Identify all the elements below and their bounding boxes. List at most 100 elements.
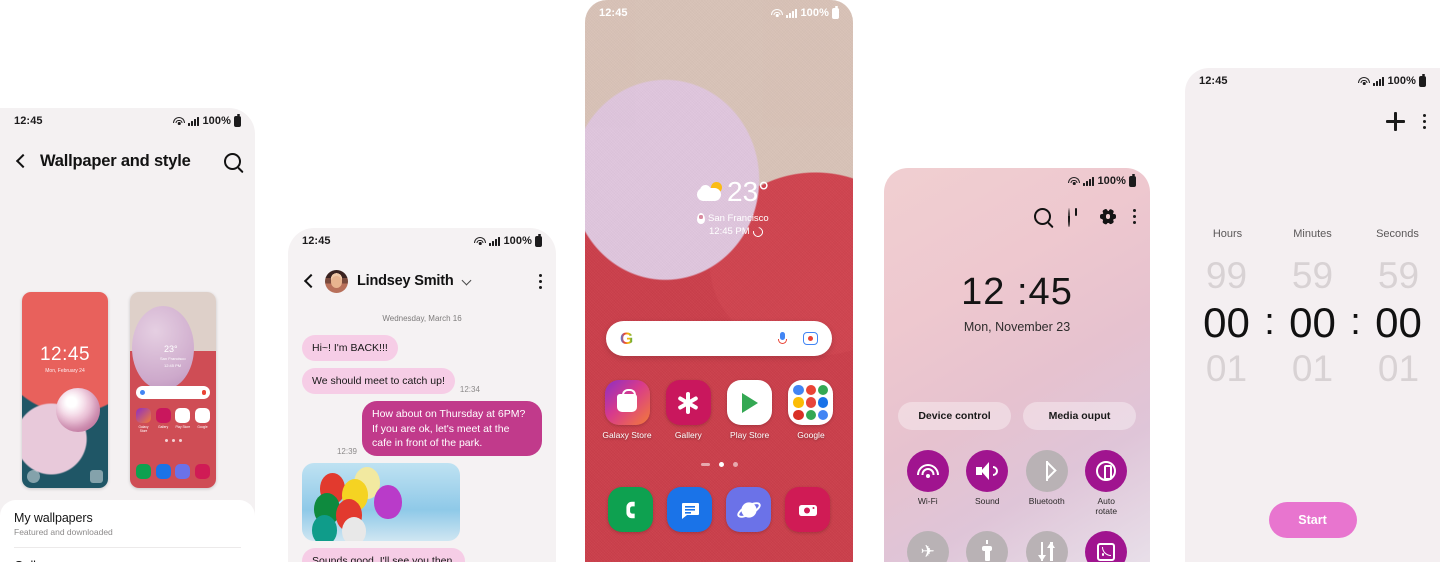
message-bubble-outgoing[interactable]: How about on Thursday at 6PM? If you are… [362,401,542,456]
flashlight-icon [966,530,1009,562]
page-indicator[interactable] [585,462,853,467]
signal-icon [489,236,501,246]
quick-settings-tiles: Wi-Fi Sound Bluetooth Auto rotate ✈ [898,450,1136,562]
camera-icon[interactable] [785,487,830,532]
refresh-icon[interactable] [750,224,765,239]
internet-icon[interactable] [726,487,771,532]
chevron-left-icon[interactable] [14,154,28,168]
battery-percent: 100% [202,115,231,127]
dock [601,487,837,532]
message-bubble-incoming[interactable]: Hi~! I'm BACK!!! [302,335,398,362]
app-label: Play Store [730,430,770,440]
battery-percent: 100% [1387,75,1416,87]
timer-row-below[interactable]: 01 01 01 [1185,347,1440,391]
phone-icon[interactable] [608,487,653,532]
search-icon[interactable] [1034,208,1051,225]
airplane-mode-icon: ✈ [906,530,949,562]
preview-home-temp: 23° [164,344,178,354]
quick-panel-chips: Device control Media ouput [898,402,1136,430]
timer-row-above[interactable]: 99 59 59 [1185,254,1440,298]
message-bubble-incoming[interactable]: Sounds good. I'll see you then. [302,547,466,562]
app-google-folder[interactable]: Google [785,380,837,440]
chevron-left-icon[interactable] [302,274,316,288]
message-bubble-incoming[interactable]: We should meet to catch up! [302,368,455,395]
google-lens-icon[interactable] [803,332,818,345]
home-screen-preview[interactable]: 23° San Francisco 12:45 PM Galaxy Store … [130,292,216,488]
device-control-button[interactable]: Device control [898,402,1011,430]
chevron-down-icon[interactable] [463,277,472,286]
app-gallery[interactable]: Gallery [662,380,714,440]
auto-rotate-icon [1085,450,1128,492]
settings-row-my-wallpapers[interactable]: My wallpapers Featured and downloaded [14,500,241,547]
more-vertical-icon[interactable] [539,273,542,289]
dex-icon [1085,530,1128,562]
more-vertical-icon[interactable] [1423,114,1426,129]
page-dot-active[interactable] [718,462,724,467]
gear-icon[interactable] [1100,208,1116,225]
timer-header-icons [1386,112,1426,131]
timer-row-selected[interactable]: 00 : 00 : 00 [1185,298,1440,348]
home-screen-panel: 12:45 100% 23° San Francisco 12:45 PM G … [585,0,853,562]
seconds-value[interactable]: 00 [1363,298,1435,348]
signal-icon [1083,176,1095,186]
tile-mobile-data[interactable] [1017,530,1077,562]
timer-panel: 12:45 100% Hours Minutes Seconds 99 59 5… [1185,68,1440,562]
battery-icon [234,113,241,127]
app-bar: Wallpaper and style [0,138,255,184]
signal-icon [786,8,798,18]
search-icon[interactable] [224,152,241,170]
seconds-ghost-below: 01 [1377,348,1420,390]
tile-dex[interactable] [1077,530,1137,562]
timer-column-headers: Hours Minutes Seconds [1185,228,1440,240]
tile-flashlight[interactable] [958,530,1018,562]
tile-bluetooth[interactable]: Bluetooth [1017,450,1077,517]
sun-cloud-icon [697,182,723,202]
weather-time-row: 12:45 PM [697,224,769,239]
galaxy-store-icon [604,380,650,425]
wifi-icon [906,450,949,492]
row-subtitle: Featured and downloaded [14,527,113,537]
lock-screen-preview[interactable]: 12:45 Mon, February 24 [22,292,108,488]
settings-row-gallery[interactable]: Gallery [14,547,241,562]
page-dot[interactable] [700,463,710,466]
avatar[interactable] [325,269,348,293]
messages-icon[interactable] [667,487,712,532]
weather-widget[interactable]: 23° San Francisco 12:45 PM [697,176,770,239]
preview-app-labels: Galaxy Store Gallery Play Store Google [136,425,210,433]
row-title: My wallpapers [14,511,93,525]
plus-icon[interactable] [1386,112,1405,131]
google-search-bar[interactable]: G [606,321,832,356]
more-vertical-icon[interactable] [1133,209,1136,224]
tile-auto-rotate[interactable]: Auto rotate [1077,450,1137,517]
battery-percent: 100% [800,7,829,19]
preview-lock-time: 12:45 [39,344,91,365]
balloons-photo[interactable] [302,462,460,541]
app-galaxy-store[interactable]: Galaxy Store [601,380,653,440]
tile-airplane-mode[interactable]: ✈ [898,530,958,562]
app-play-store[interactable]: Play Store [724,380,776,440]
timer-wheels[interactable]: 99 59 59 00 : 00 : 00 01 01 01 [1185,254,1440,391]
hours-value[interactable]: 00 [1191,298,1263,348]
app-label: Gallery [674,430,702,440]
weather-temperature: 23° [727,176,770,207]
signal-icon [188,116,200,126]
power-icon[interactable] [1068,208,1083,227]
microphone-icon[interactable] [778,331,787,346]
minutes-value[interactable]: 00 [1277,298,1349,348]
app-label: Galaxy Store [602,430,652,440]
quick-panel-clock[interactable]: 12 :45 Mon, November 23 [884,273,1150,334]
media-output-button[interactable]: Media ouput [1023,402,1136,430]
battery-percent: 100% [503,235,532,247]
start-button[interactable]: Start [1268,502,1357,538]
wifi-icon [1068,176,1081,186]
clock-time: 12 :45 [961,271,1073,313]
message-thread[interactable]: Wednesday, March 16 Hi~! I'm BACK!!! We … [288,308,556,562]
column-header-seconds: Seconds [1376,228,1419,240]
tile-sound[interactable]: Sound [958,450,1018,517]
tile-wifi[interactable]: Wi-Fi [898,450,958,517]
wallpaper-texture [585,0,853,562]
battery-icon [832,5,839,19]
weather-time: 12:45 PM [709,226,750,237]
page-dot[interactable] [732,462,738,467]
preview-app-label: Galaxy Store [138,425,149,433]
